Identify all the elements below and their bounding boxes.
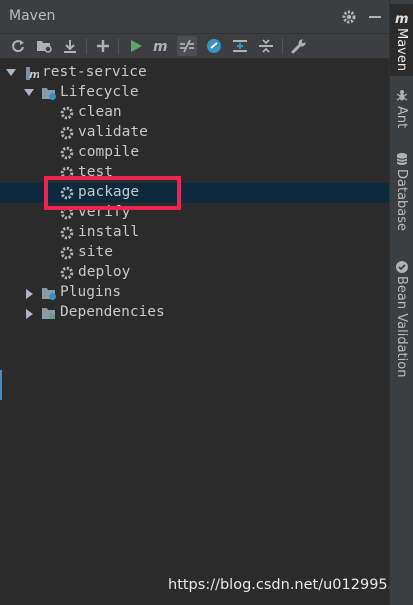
side-tab-ant[interactable]: Ant	[390, 86, 413, 136]
maven-project-icon: m	[23, 65, 40, 81]
tool-window-header: Maven	[0, 0, 389, 34]
tree-node-label: Lifecycle	[60, 84, 139, 100]
svg-text:m: m	[395, 12, 409, 25]
tree-node-label: site	[78, 244, 113, 260]
tree-node-goal-compile[interactable]: compile	[0, 143, 389, 163]
tool-window-title: Maven	[9, 8, 56, 24]
maven-toolbar: m	[0, 34, 389, 59]
download-icon[interactable]	[60, 36, 80, 56]
goal-gear-icon	[59, 225, 75, 241]
lifecycle-folder-icon	[41, 85, 57, 101]
tree-node-dependencies[interactable]: Dependencies	[0, 303, 389, 323]
maven-tool-window: Maven m rest-service Lifecycle clean val…	[0, 0, 413, 605]
toolbar-separator	[118, 38, 119, 54]
tree-node-goal-validate[interactable]: validate	[0, 123, 389, 143]
side-tab-label: Bean Validation	[394, 276, 409, 378]
expand-arrow-icon[interactable]	[24, 89, 34, 96]
tree-node-plugins[interactable]: Plugins	[0, 283, 389, 303]
watermark-text: https://blog.csdn.net/u012995500	[168, 577, 413, 593]
database-icon	[395, 151, 409, 165]
toggle-offline-icon[interactable]	[177, 36, 197, 56]
tree-node-goal-clean[interactable]: clean	[0, 103, 389, 123]
tree-node-label: rest-service	[42, 64, 147, 80]
toolbar-separator	[86, 38, 87, 54]
dependencies-folder-icon	[41, 305, 57, 321]
svg-text:m: m	[153, 39, 168, 53]
plugins-folder-icon	[41, 285, 57, 301]
goal-gear-icon	[59, 245, 75, 261]
skip-tests-icon[interactable]	[204, 36, 224, 56]
execute-goal-icon[interactable]: m	[151, 36, 171, 56]
minimize-icon[interactable]	[367, 9, 383, 25]
side-tab-label: Database	[394, 169, 409, 232]
goal-gear-icon	[59, 125, 75, 141]
reimport-icon[interactable]	[8, 36, 28, 56]
show-dependencies-icon[interactable]	[230, 36, 250, 56]
editor-edge-marker	[0, 370, 2, 400]
tree-node-label: deploy	[78, 264, 131, 280]
ant-icon	[395, 88, 409, 102]
bean-validation-icon	[395, 259, 409, 273]
tree-node-label: clean	[78, 104, 122, 120]
tree-node-label: compile	[78, 144, 140, 160]
goal-gear-icon	[59, 265, 75, 281]
annotation-highlight-box	[44, 176, 181, 210]
tree-node-label: Plugins	[60, 284, 122, 300]
tree-node-goal-site[interactable]: site	[0, 243, 389, 263]
add-icon[interactable]	[93, 36, 113, 56]
toolbar-separator	[282, 38, 283, 54]
tree-node-goal-deploy[interactable]: deploy	[0, 263, 389, 283]
right-tool-strip: m Maven Ant Database Bean Validation	[389, 0, 413, 605]
tree-node-goal-install[interactable]: install	[0, 223, 389, 243]
side-tab-label: Maven	[394, 28, 409, 72]
tree-node-lifecycle[interactable]: Lifecycle	[0, 83, 389, 103]
side-tab-database[interactable]: Database	[390, 148, 413, 238]
collapse-arrow-icon[interactable]	[26, 289, 33, 299]
expand-arrow-icon[interactable]	[6, 69, 16, 76]
run-icon[interactable]	[126, 36, 146, 56]
maven-m-icon: m	[395, 10, 409, 27]
generate-sources-icon[interactable]	[34, 36, 54, 56]
goal-gear-icon	[59, 105, 75, 121]
gear-icon[interactable]	[341, 9, 357, 25]
collapse-all-icon[interactable]	[256, 36, 276, 56]
collapse-arrow-icon[interactable]	[26, 309, 33, 319]
side-tab-maven[interactable]: m Maven	[390, 4, 413, 76]
tree-node-label: install	[78, 224, 140, 240]
tree-node-label: validate	[78, 124, 148, 140]
svg-text:m: m	[29, 68, 39, 81]
goal-gear-icon	[59, 145, 75, 161]
settings-wrench-icon[interactable]	[289, 36, 309, 56]
side-tab-bean-validation[interactable]: Bean Validation	[390, 256, 413, 398]
tree-node-project[interactable]: m rest-service	[0, 63, 389, 83]
side-tab-label: Ant	[394, 106, 409, 129]
tree-node-label: Dependencies	[60, 304, 165, 320]
